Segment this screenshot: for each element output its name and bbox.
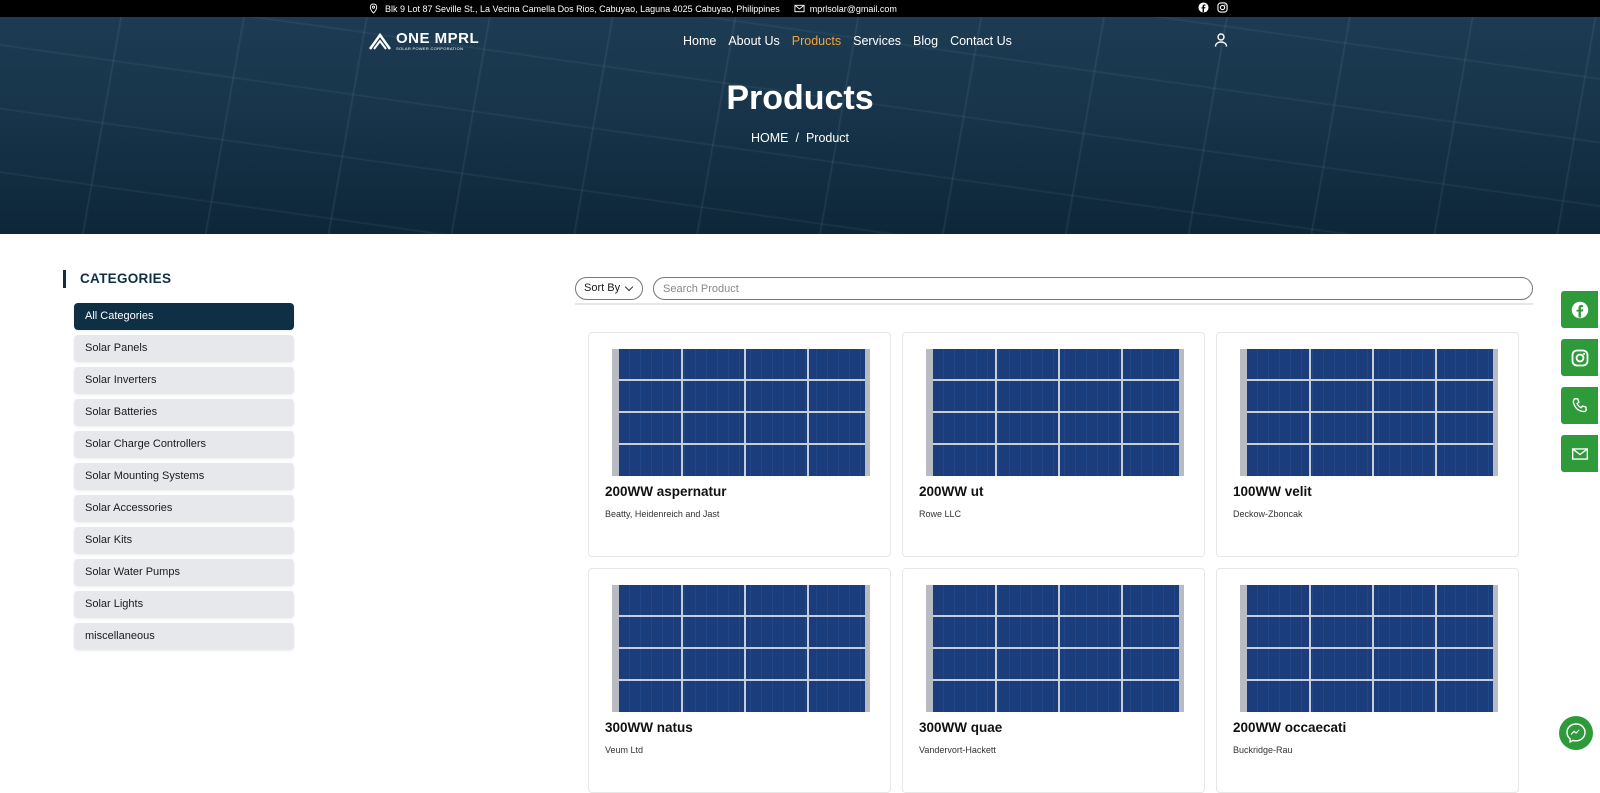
location-pin-icon [369,3,378,14]
category-solar-panels[interactable]: Solar Panels [74,335,294,362]
product-brand: Deckow-Zboncak [1233,509,1303,519]
category-solar-inverters[interactable]: Solar Inverters [74,367,294,394]
product-image[interactable] [1240,585,1498,712]
category-all[interactable]: All Categories [74,303,294,330]
product-card[interactable]: 300WW natus Veum Ltd [588,568,891,793]
site-logo[interactable]: ONE MPRL SOLAR POWER CORPORATION [368,31,479,51]
facebook-icon[interactable] [1198,2,1209,13]
floating-contact-buttons [1561,291,1598,483]
nav-blog[interactable]: Blog [913,34,938,48]
category-list: All Categories Solar Panels Solar Invert… [74,303,294,655]
product-image[interactable] [926,585,1184,712]
product-image[interactable] [926,349,1184,476]
logo-mark-icon [368,32,392,50]
floating-phone-button[interactable] [1561,387,1598,424]
instagram-icon [1571,349,1588,366]
product-image[interactable] [1240,349,1498,476]
product-name[interactable]: 100WW velit [1233,484,1312,499]
instagram-icon[interactable] [1217,2,1228,13]
floating-instagram-button[interactable] [1561,339,1598,376]
nav-services[interactable]: Services [853,34,901,48]
mail-icon [794,4,805,13]
category-solar-accessories[interactable]: Solar Accessories [74,495,294,522]
product-card[interactable]: 300WW quae Vandervort-Hackett [902,568,1205,793]
nav-products[interactable]: Products [792,34,841,48]
product-card[interactable]: 200WW occaecati Buckridge-Rau [1216,568,1519,793]
floating-facebook-button[interactable] [1561,291,1598,328]
category-solar-kits[interactable]: Solar Kits [74,527,294,554]
sort-dropdown[interactable]: Sort By [575,277,643,300]
facebook-icon [1571,301,1588,318]
top-info-bar: Blk 9 Lot 87 Seville St., La Vecina Came… [0,0,1600,17]
page-title: Products [726,79,874,117]
floating-mail-button[interactable] [1561,435,1598,472]
product-card[interactable]: 200WW aspernatur Beatty, Heidenreich and… [588,332,891,557]
product-brand: Veum Ltd [605,745,644,755]
product-name[interactable]: 200WW ut [919,484,984,499]
product-toolbar: Sort By [575,277,1533,305]
nav-about-us[interactable]: About Us [728,34,779,48]
search-input[interactable] [653,277,1533,300]
categories-heading: CATEGORIES [63,270,171,288]
category-solar-water-pumps[interactable]: Solar Water Pumps [74,559,294,586]
phone-icon [1572,397,1587,412]
product-brand: Vandervort-Hackett [919,745,996,755]
category-solar-batteries[interactable]: Solar Batteries [74,399,294,426]
category-miscellaneous[interactable]: miscellaneous [74,623,294,650]
mail-icon [1571,447,1588,460]
product-name[interactable]: 200WW occaecati [1233,720,1346,735]
nav-contact-us[interactable]: Contact Us [950,34,1012,48]
main-nav: Home About Us Products Services Blog Con… [683,34,1024,48]
category-solar-mounting-systems[interactable]: Solar Mounting Systems [74,463,294,490]
breadcrumb-separator: / [795,131,799,145]
nav-home[interactable]: Home [683,34,716,48]
page-hero: ONE MPRL SOLAR POWER CORPORATION Home Ab… [0,17,1600,234]
product-card[interactable]: 100WW velit Deckow-Zboncak [1216,332,1519,557]
product-brand: Rowe LLC [919,509,962,519]
breadcrumb-current: Product [805,131,850,145]
email-text[interactable]: mprlsolar@gmail.com [810,4,897,14]
address-text: Blk 9 Lot 87 Seville St., La Vecina Came… [385,3,780,14]
sort-label: Sort By [584,282,621,294]
user-icon[interactable] [1213,32,1229,48]
product-brand: Buckridge-Rau [1233,745,1293,755]
breadcrumb-home[interactable]: HOME [751,131,789,145]
category-solar-charge-controllers[interactable]: Solar Charge Controllers [74,431,294,458]
chevron-down-icon [624,282,634,292]
email-link[interactable]: mprlsolar@gmail.com [794,3,897,14]
product-name[interactable]: 200WW aspernatur [605,484,727,499]
messenger-chat-button[interactable] [1559,716,1593,750]
product-image[interactable] [612,585,870,712]
product-name[interactable]: 300WW quae [919,720,1002,735]
category-sidebar: CATEGORIES All Categories Solar Panels S… [63,270,294,650]
contact-info: Blk 9 Lot 87 Seville St., La Vecina Came… [368,3,897,14]
breadcrumb: HOME / Product [0,131,1600,145]
product-image[interactable] [612,349,870,476]
logo-name: ONE MPRL [396,30,480,47]
product-card[interactable]: 200WW ut Rowe LLC [902,332,1205,557]
product-name[interactable]: 300WW natus [605,720,693,735]
category-solar-lights[interactable]: Solar Lights [74,591,294,618]
messenger-icon [1566,723,1586,744]
product-brand: Beatty, Heidenreich and Jast [605,509,720,519]
topbar-social [1198,2,1228,13]
